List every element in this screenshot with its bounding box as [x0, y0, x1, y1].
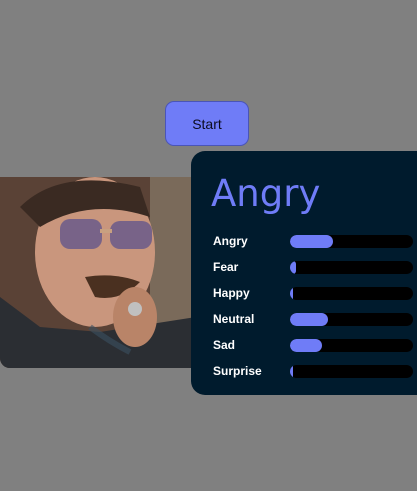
emotion-label: Surprise [213, 364, 262, 378]
emotion-bar-track [290, 365, 413, 378]
emotion-bar-track [290, 313, 413, 326]
emotion-label: Happy [213, 286, 250, 300]
emotion-row-angry: Angry [191, 229, 417, 255]
emotion-bar-fill [290, 313, 328, 326]
emotion-bar-track [290, 339, 413, 352]
emotion-label: Neutral [213, 312, 255, 326]
emotion-row-fear: Fear [191, 255, 417, 281]
emotion-bar-fill [290, 235, 333, 248]
emotion-bar-track [290, 287, 413, 300]
emotion-label: Fear [213, 260, 239, 274]
start-button[interactable]: Start [165, 101, 249, 146]
emotion-bar-track [290, 261, 413, 274]
emotion-label: Angry [213, 234, 248, 248]
emotion-bar-fill [290, 365, 293, 378]
emotion-bar-fill [290, 339, 322, 352]
emotion-bar-track [290, 235, 413, 248]
dominant-emotion-title: Angry [211, 172, 321, 215]
webcam-video-frame [0, 177, 196, 368]
emotion-results-panel: Angry Angry Fear Happy Neutral Sad Surpr… [191, 151, 417, 395]
emotion-bar-fill [290, 287, 293, 300]
emotion-row-surprise: Surprise [191, 359, 417, 385]
emotion-bar-fill [290, 261, 296, 274]
emotion-row-neutral: Neutral [191, 307, 417, 333]
emotion-row-happy: Happy [191, 281, 417, 307]
face-photo [0, 177, 196, 368]
emotion-row-sad: Sad [191, 333, 417, 359]
emotion-label: Sad [213, 338, 236, 352]
